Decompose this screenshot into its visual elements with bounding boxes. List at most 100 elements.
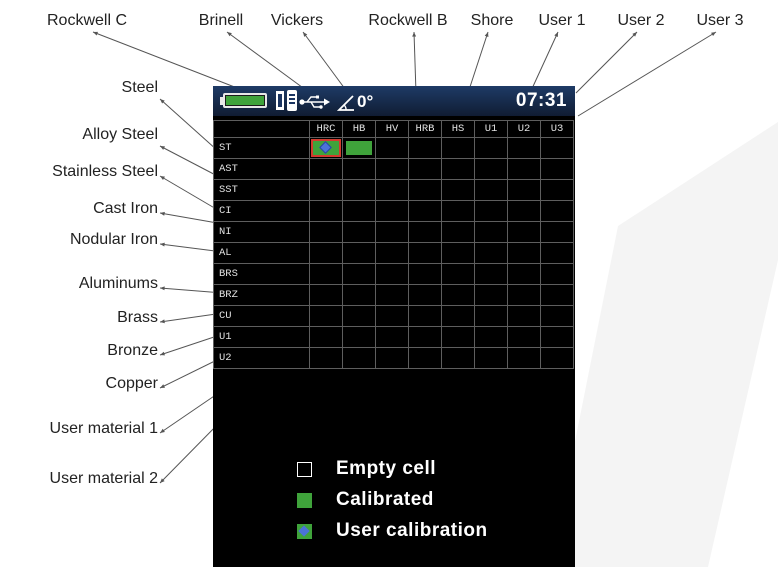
grid-cell-brz-u3[interactable] xyxy=(540,284,574,306)
grid-cell-al-u2[interactable] xyxy=(507,242,541,264)
grid-cell-st-hs[interactable] xyxy=(441,137,475,159)
grid-cell-ast-hv[interactable] xyxy=(375,158,409,180)
grid-cell-u2-hrc[interactable] xyxy=(309,347,343,369)
grid-cell-sst-hs[interactable] xyxy=(441,179,475,201)
grid-cell-ci-hb[interactable] xyxy=(342,200,376,222)
callout-al: Aluminums xyxy=(78,275,158,292)
grid-cell-u1-u1[interactable] xyxy=(474,326,508,348)
grid-cell-st-hv[interactable] xyxy=(375,137,409,159)
grid-cell-brz-hb[interactable] xyxy=(342,284,376,306)
grid-cell-cu-u1[interactable] xyxy=(474,305,508,327)
battery-terminal xyxy=(220,97,224,105)
grid-cell-st-u1[interactable] xyxy=(474,137,508,159)
grid-cell-al-hv[interactable] xyxy=(375,242,409,264)
calibration-grid: HRC HB HV HRB HS U1 U2 U3 ST AST SST CI NI AL BRS BRZ CU… xyxy=(213,120,574,369)
table-row: ST xyxy=(213,137,574,159)
grid-cell-al-u1[interactable] xyxy=(474,242,508,264)
grid-cell-u1-hrc[interactable] xyxy=(309,326,343,348)
grid-cell-ni-hb[interactable] xyxy=(342,221,376,243)
grid-cell-brs-hrb[interactable] xyxy=(408,263,442,285)
grid-cell-sst-u1[interactable] xyxy=(474,179,508,201)
grid-cell-ast-hrb[interactable] xyxy=(408,158,442,180)
grid-cell-sst-hv[interactable] xyxy=(375,179,409,201)
grid-cell-brz-u1[interactable] xyxy=(474,284,508,306)
grid-cell-cu-u2[interactable] xyxy=(507,305,541,327)
grid-cell-u2-hv[interactable] xyxy=(375,347,409,369)
grid-cell-brs-u1[interactable] xyxy=(474,263,508,285)
grid-cell-ast-u2[interactable] xyxy=(507,158,541,180)
callout-hs: Shore xyxy=(470,12,514,29)
grid-cell-ast-hrc[interactable] xyxy=(309,158,343,180)
grid-cell-u1-hrb[interactable] xyxy=(408,326,442,348)
usb-icon xyxy=(299,95,330,109)
grid-cell-u1-hb[interactable] xyxy=(342,326,376,348)
grid-cell-ast-u1[interactable] xyxy=(474,158,508,180)
grid-cell-al-hb[interactable] xyxy=(342,242,376,264)
grid-cell-u1-u2[interactable] xyxy=(507,326,541,348)
grid-cell-al-hrc[interactable] xyxy=(309,242,343,264)
grid-cell-brs-hs[interactable] xyxy=(441,263,475,285)
grid-cell-st-u3[interactable] xyxy=(540,137,574,159)
grid-cell-u2-u3[interactable] xyxy=(540,347,574,369)
grid-cell-brs-u3[interactable] xyxy=(540,263,574,285)
grid-cell-brz-hrc[interactable] xyxy=(309,284,343,306)
column-header-hv: HV xyxy=(375,120,409,138)
grid-cell-st-hrc[interactable] xyxy=(309,137,343,159)
grid-cell-ci-hv[interactable] xyxy=(375,200,409,222)
diamond-icon xyxy=(298,525,310,537)
grid-cell-ci-hrb[interactable] xyxy=(408,200,442,222)
grid-cell-ni-hrc[interactable] xyxy=(309,221,343,243)
grid-cell-sst-hrb[interactable] xyxy=(408,179,442,201)
grid-cell-ci-u3[interactable] xyxy=(540,200,574,222)
grid-cell-u1-hs[interactable] xyxy=(441,326,475,348)
grid-cell-cu-hv[interactable] xyxy=(375,305,409,327)
grid-cell-cu-hb[interactable] xyxy=(342,305,376,327)
grid-cell-brs-hb[interactable] xyxy=(342,263,376,285)
grid-cell-sst-hrc[interactable] xyxy=(309,179,343,201)
grid-cell-ast-hb[interactable] xyxy=(342,158,376,180)
grid-cell-sst-u3[interactable] xyxy=(540,179,574,201)
grid-cell-sst-u2[interactable] xyxy=(507,179,541,201)
grid-cell-brz-hrb[interactable] xyxy=(408,284,442,306)
grid-cell-u1-u3[interactable] xyxy=(540,326,574,348)
grid-cell-ni-u1[interactable] xyxy=(474,221,508,243)
grid-cell-brs-u2[interactable] xyxy=(507,263,541,285)
grid-cell-st-hrb[interactable] xyxy=(408,137,442,159)
grid-cell-ni-u2[interactable] xyxy=(507,221,541,243)
grid-cell-ast-hs[interactable] xyxy=(441,158,475,180)
grid-cell-al-hs[interactable] xyxy=(441,242,475,264)
grid-cell-cu-hrb[interactable] xyxy=(408,305,442,327)
grid-cell-brs-hrc[interactable] xyxy=(309,263,343,285)
legend-swatch-calibrated xyxy=(297,493,312,508)
grid-cell-brz-hv[interactable] xyxy=(375,284,409,306)
leader-line-u3 xyxy=(577,31,717,117)
grid-cell-ni-hs[interactable] xyxy=(441,221,475,243)
grid-cell-sst-hb[interactable] xyxy=(342,179,376,201)
grid-cell-ni-u3[interactable] xyxy=(540,221,574,243)
grid-cell-u2-u2[interactable] xyxy=(507,347,541,369)
grid-cell-cu-u3[interactable] xyxy=(540,305,574,327)
grid-cell-ni-hv[interactable] xyxy=(375,221,409,243)
grid-cell-st-u2[interactable] xyxy=(507,137,541,159)
grid-cell-u2-hrb[interactable] xyxy=(408,347,442,369)
grid-cell-u2-hb[interactable] xyxy=(342,347,376,369)
grid-cell-ni-hrb[interactable] xyxy=(408,221,442,243)
grid-cell-brz-u2[interactable] xyxy=(507,284,541,306)
grid-cell-brz-hs[interactable] xyxy=(441,284,475,306)
grid-cell-ci-u2[interactable] xyxy=(507,200,541,222)
grid-cell-cu-hrc[interactable] xyxy=(309,305,343,327)
grid-cell-ci-hs[interactable] xyxy=(441,200,475,222)
grid-cell-al-hrb[interactable] xyxy=(408,242,442,264)
leader-arrowhead xyxy=(484,32,489,37)
grid-cell-u1-hv[interactable] xyxy=(375,326,409,348)
column-header-u1: U1 xyxy=(474,120,508,138)
grid-cell-brs-hv[interactable] xyxy=(375,263,409,285)
grid-cell-st-hb[interactable] xyxy=(342,137,376,159)
grid-cell-ast-u3[interactable] xyxy=(540,158,574,180)
grid-cell-al-u3[interactable] xyxy=(540,242,574,264)
grid-cell-ci-hrc[interactable] xyxy=(309,200,343,222)
grid-cell-u2-hs[interactable] xyxy=(441,347,475,369)
grid-cell-u2-u1[interactable] xyxy=(474,347,508,369)
grid-cell-cu-hs[interactable] xyxy=(441,305,475,327)
grid-cell-ci-u1[interactable] xyxy=(474,200,508,222)
